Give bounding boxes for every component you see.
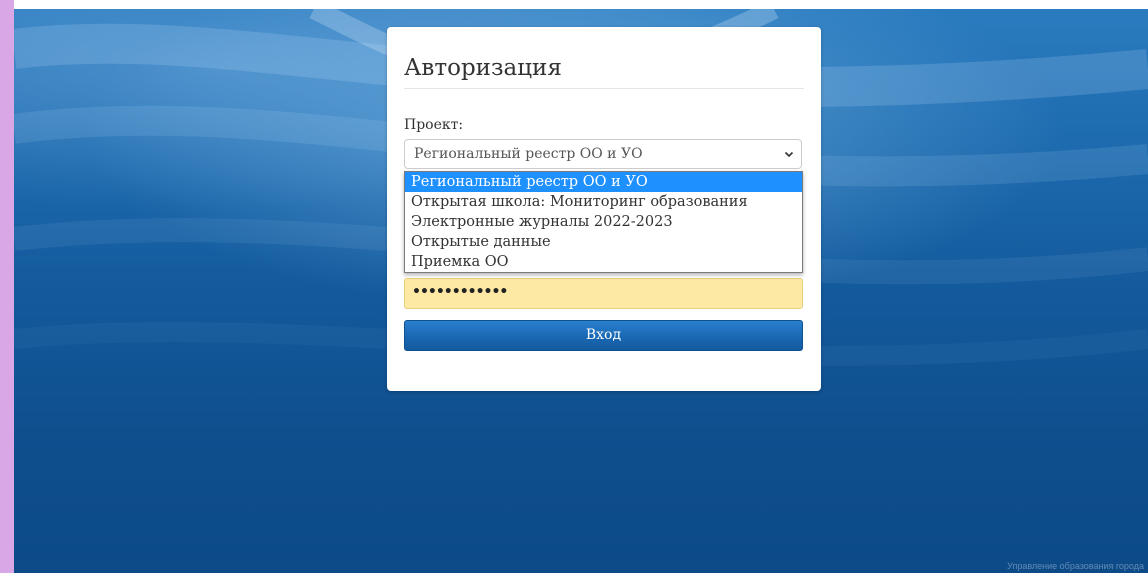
login-card: Авторизация Проект: Региональный реестр …: [387, 27, 821, 391]
left-edge-strip: [0, 0, 14, 573]
project-select[interactable]: Региональный реестр ОО и УО: [404, 139, 802, 169]
chevron-down-icon: [784, 151, 794, 158]
footer-text: Управление образования города: [1007, 561, 1144, 571]
title-divider: [404, 88, 804, 89]
password-value: ••••••••••••: [412, 284, 508, 300]
project-option[interactable]: Приемка ОО: [405, 252, 802, 272]
project-option[interactable]: Электронные журналы 2022-2023: [405, 212, 802, 232]
password-field[interactable]: ••••••••••••: [404, 278, 803, 309]
project-select-value: Региональный реестр ОО и УО: [414, 146, 643, 162]
project-option[interactable]: Открытые данные: [405, 232, 802, 252]
top-edge-strip: [14, 0, 1148, 9]
project-option[interactable]: Открытая школа: Мониторинг образования: [405, 192, 802, 212]
project-dropdown-list: Региональный реестр ОО и УО Открытая шко…: [404, 171, 803, 273]
login-button[interactable]: Вход: [404, 320, 803, 351]
project-label: Проект:: [404, 117, 464, 133]
page-title: Авторизация: [404, 55, 562, 81]
project-option[interactable]: Региональный реестр ОО и УО: [405, 172, 802, 192]
